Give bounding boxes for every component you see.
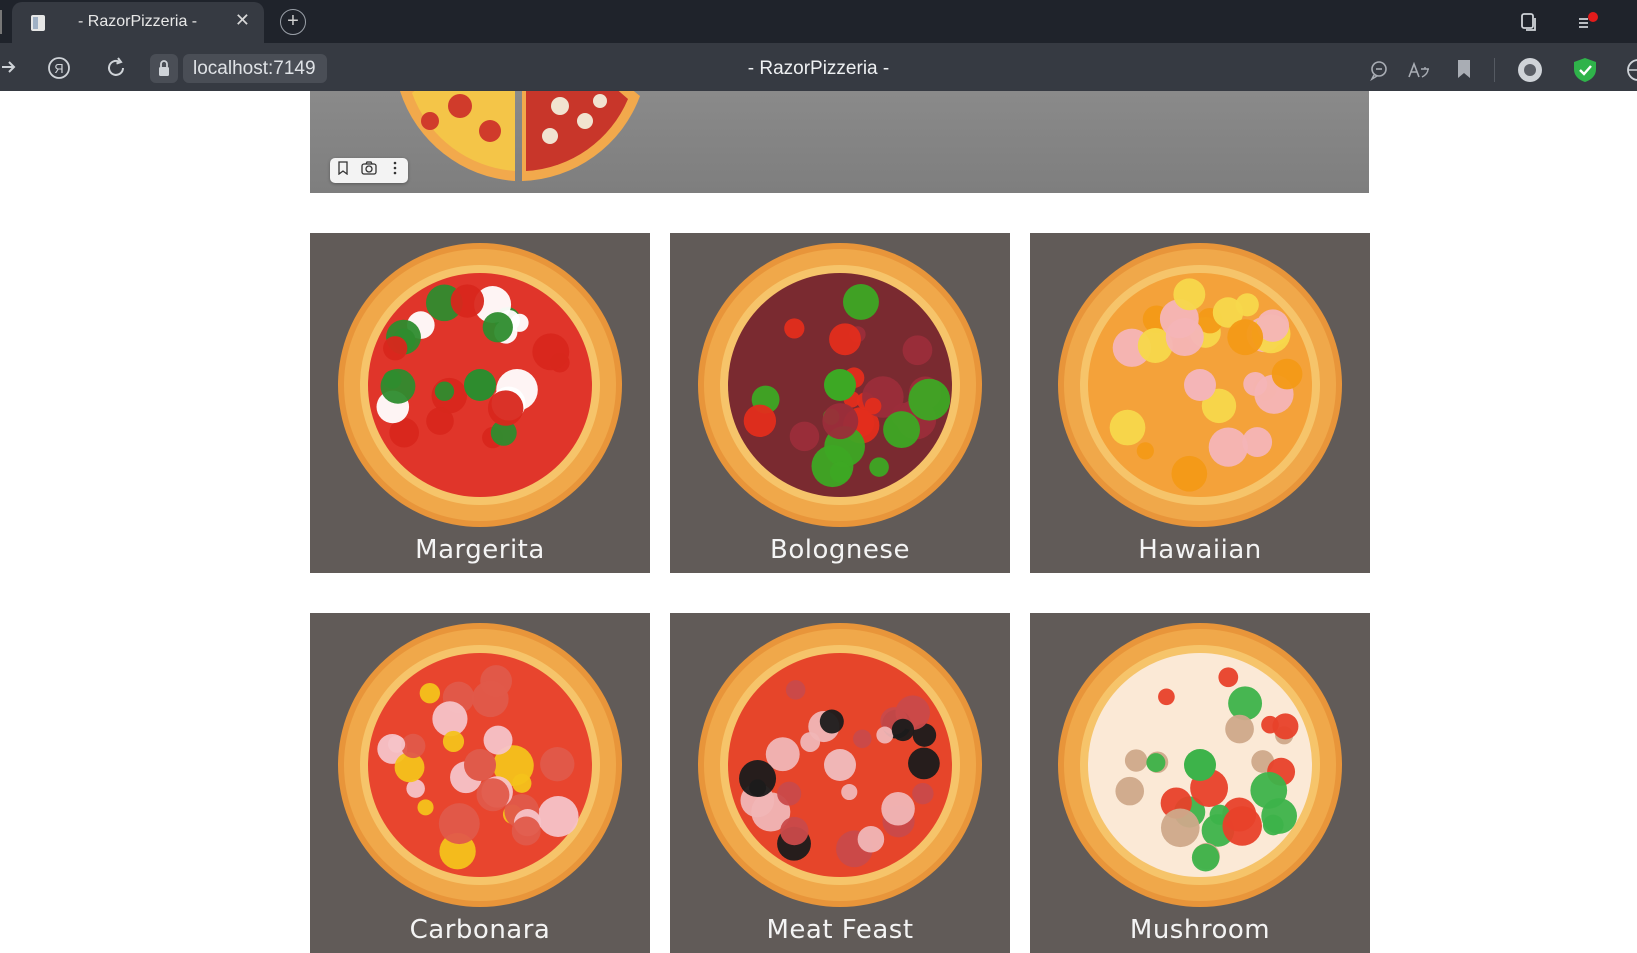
pizza-card[interactable]: Carbonara [310, 613, 650, 953]
pizza-image [338, 623, 622, 907]
pizza-name: Bolognese [770, 535, 910, 565]
image-toolbar [330, 158, 408, 183]
pizza-name: Mushroom [1129, 915, 1271, 945]
extension-circle-icon[interactable] [1517, 57, 1543, 83]
pizza-image [698, 623, 982, 907]
pizza-card[interactable]: Bolognese [670, 233, 1010, 573]
pizza-name: Hawaiian [1138, 535, 1262, 565]
pizza-image [338, 243, 622, 527]
bookmark-icon[interactable] [1455, 58, 1473, 80]
new-tab-button[interactable]: + [280, 9, 306, 35]
browser-tab[interactable]: - RazorPizzeria - ✕ [12, 2, 264, 43]
banner-pizza-image [400, 91, 640, 181]
pizza-card[interactable]: Mushroom [1030, 613, 1370, 953]
pizza-name: Meat Feast [766, 915, 914, 945]
protect-shield-icon[interactable] [1572, 56, 1598, 84]
pizza-card[interactable]: Margerita [310, 233, 650, 573]
page-title: - RazorPizzeria - [747, 58, 890, 79]
pizza-card[interactable]: Hawaiian [1030, 233, 1370, 573]
chat-search-icon[interactable] [1368, 59, 1390, 81]
pizza-name: Margerita [415, 535, 545, 565]
pizza-image [1058, 243, 1342, 527]
bookmark-icon[interactable] [330, 158, 356, 183]
tabs-icon[interactable] [1518, 11, 1540, 33]
browser-tab-bar: - RazorPizzeria - ✕ + [0, 0, 1637, 43]
pizza-name: Carbonara [409, 915, 551, 945]
camera-icon[interactable] [356, 158, 382, 183]
pizza-image [1058, 623, 1342, 907]
translate-icon[interactable] [1407, 59, 1431, 81]
pizza-image [698, 243, 982, 527]
tab-close-button[interactable]: ✕ [235, 10, 250, 31]
more-icon[interactable] [382, 158, 408, 183]
toolbar-divider [1494, 58, 1495, 82]
menu-icon[interactable] [1576, 11, 1602, 33]
hero-banner [310, 91, 1369, 193]
page-favicon-icon [31, 15, 45, 31]
pizza-card[interactable]: Meat Feast [670, 613, 1010, 953]
window-edge [0, 10, 2, 34]
tab-title: - RazorPizzeria - [78, 13, 198, 30]
globe-icon[interactable] [1626, 57, 1637, 83]
